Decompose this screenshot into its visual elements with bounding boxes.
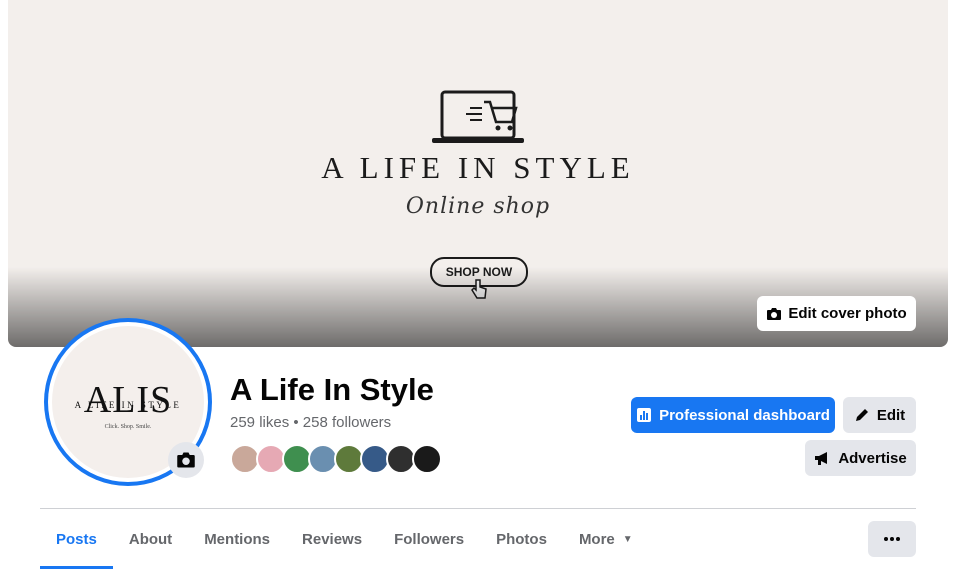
cover-photo[interactable]: A LIFE IN STYLE Online shop SHOP NOW (8, 0, 948, 347)
tab-photos[interactable]: Photos (480, 509, 563, 569)
more-dots-icon (884, 537, 900, 541)
edit-button[interactable]: Edit (843, 397, 916, 433)
tab-more[interactable]: More ▼ (563, 509, 649, 569)
pencil-icon (855, 409, 868, 421)
camera-icon (767, 307, 782, 320)
tab-reviews[interactable]: Reviews (286, 509, 378, 569)
megaphone-icon (815, 451, 828, 465)
professional-dashboard-button[interactable]: Professional dashboard (631, 397, 835, 433)
avatar-brand-line: A LIFE IN STYLE (74, 400, 182, 410)
caret-down-icon: ▼ (622, 533, 633, 545)
follower-avatar[interactable] (412, 444, 442, 474)
page-tabs: Posts About Mentions Reviews Followers P… (40, 509, 649, 569)
advertise-button[interactable]: Advertise (805, 440, 916, 476)
tab-about[interactable]: About (113, 509, 188, 569)
tab-label: Followers (394, 530, 465, 548)
edit-label: Edit (876, 406, 906, 424)
tab-label: More (578, 530, 615, 548)
advertise-label: Advertise (838, 449, 907, 467)
avatar-tagline: Click. Shop. Smile. (104, 424, 152, 430)
tab-posts[interactable]: Posts (40, 509, 113, 569)
edit-cover-label: Edit cover photo (788, 305, 907, 322)
more-options-button[interactable] (868, 521, 916, 557)
cover-brand-text: A LIFE IN STYLE (321, 150, 635, 185)
likes-followers-count[interactable]: 259 likes • 258 followers (230, 414, 391, 431)
follower-avatars[interactable] (230, 444, 442, 474)
tab-label: About (128, 530, 173, 548)
tab-label: Posts (56, 530, 97, 548)
tab-label: Photos (496, 530, 547, 548)
laptop-cart-icon (432, 90, 524, 143)
tab-label: Mentions (204, 530, 271, 548)
tab-followers[interactable]: Followers (378, 509, 480, 569)
edit-cover-photo-button[interactable]: Edit cover photo (757, 296, 916, 331)
professional-dashboard-label: Professional dashboard (659, 406, 830, 424)
tab-mentions[interactable]: Mentions (188, 509, 286, 569)
tab-label: Reviews (302, 530, 363, 548)
page-title: A Life In Style (230, 372, 434, 407)
update-profile-picture-button[interactable] (168, 442, 204, 478)
chart-icon (637, 408, 652, 422)
cover-script-text: Online shop (405, 194, 551, 219)
camera-icon (177, 452, 195, 468)
